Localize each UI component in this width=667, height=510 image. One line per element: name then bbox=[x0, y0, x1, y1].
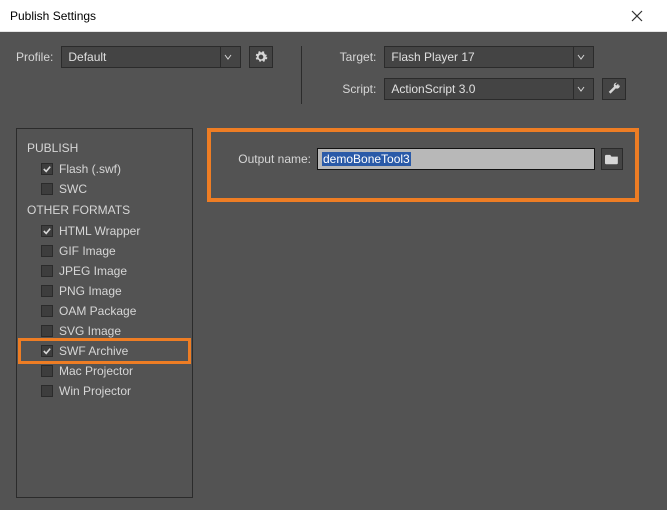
window-title: Publish Settings bbox=[10, 9, 617, 23]
format-sidebar: PUBLISH Flash (.swf) SWC OTHER FORMATS H… bbox=[16, 128, 193, 498]
checkbox[interactable] bbox=[41, 365, 53, 377]
script-settings-button[interactable] bbox=[602, 78, 626, 100]
close-icon bbox=[631, 10, 643, 22]
dialog-body: Profile: Default Target: Flash Player 17 bbox=[0, 32, 667, 510]
format-label: HTML Wrapper bbox=[59, 224, 140, 238]
format-item-gif-image[interactable]: GIF Image bbox=[23, 241, 186, 261]
output-name-label: Output name: bbox=[223, 152, 311, 166]
checkbox[interactable] bbox=[41, 163, 53, 175]
main-panel: Output name: demoBoneTool3 bbox=[207, 128, 651, 202]
format-item-swc[interactable]: SWC bbox=[23, 179, 186, 199]
content-area: PUBLISH Flash (.swf) SWC OTHER FORMATS H… bbox=[16, 128, 651, 498]
checkbox[interactable] bbox=[41, 183, 53, 195]
format-item-jpeg-image[interactable]: JPEG Image bbox=[23, 261, 186, 281]
folder-icon bbox=[605, 153, 619, 165]
format-item-swf-archive[interactable]: SWF Archive bbox=[21, 341, 188, 361]
format-item-win-projector[interactable]: Win Projector bbox=[23, 381, 186, 401]
chevron-down-icon bbox=[573, 47, 587, 67]
target-dropdown[interactable]: Flash Player 17 bbox=[384, 46, 594, 68]
format-label: Flash (.swf) bbox=[59, 162, 121, 176]
checkbox[interactable] bbox=[41, 265, 53, 277]
output-name-value: demoBoneTool3 bbox=[322, 152, 411, 166]
script-label: Script: bbox=[330, 82, 376, 96]
format-item-png-image[interactable]: PNG Image bbox=[23, 281, 186, 301]
target-script-area: Target: Flash Player 17 Script: ActionSc… bbox=[330, 46, 626, 100]
profile-value: Default bbox=[68, 50, 214, 64]
script-row: Script: ActionScript 3.0 bbox=[330, 78, 626, 100]
format-label: Win Projector bbox=[59, 384, 131, 398]
format-item-mac-projector[interactable]: Mac Projector bbox=[23, 361, 186, 381]
publish-settings-window: Publish Settings Profile: Default bbox=[0, 0, 667, 510]
output-name-highlight: Output name: demoBoneTool3 bbox=[207, 128, 639, 202]
titlebar: Publish Settings bbox=[0, 0, 667, 32]
output-row: Output name: demoBoneTool3 bbox=[223, 148, 623, 170]
checkbox[interactable] bbox=[41, 345, 53, 357]
vertical-separator bbox=[301, 46, 302, 104]
close-button[interactable] bbox=[617, 0, 657, 32]
format-label: SWF Archive bbox=[59, 344, 128, 358]
profile-area: Profile: Default bbox=[16, 46, 273, 68]
chevron-down-icon bbox=[573, 79, 587, 99]
profile-options-button[interactable] bbox=[249, 46, 273, 68]
format-item-flash-swf[interactable]: Flash (.swf) bbox=[23, 159, 186, 179]
format-item-html-wrapper[interactable]: HTML Wrapper bbox=[23, 221, 186, 241]
section-publish: PUBLISH bbox=[27, 141, 186, 155]
format-label: PNG Image bbox=[59, 284, 122, 298]
checkbox[interactable] bbox=[41, 245, 53, 257]
format-label: GIF Image bbox=[59, 244, 116, 258]
profile-label: Profile: bbox=[16, 50, 53, 64]
target-label: Target: bbox=[330, 50, 376, 64]
profile-dropdown[interactable]: Default bbox=[61, 46, 241, 68]
output-name-input[interactable]: demoBoneTool3 bbox=[317, 148, 595, 170]
gear-icon bbox=[254, 50, 268, 64]
browse-output-button[interactable] bbox=[601, 148, 623, 170]
checkbox[interactable] bbox=[41, 285, 53, 297]
format-label: OAM Package bbox=[59, 304, 136, 318]
format-label: SVG Image bbox=[59, 324, 121, 338]
chevron-down-icon bbox=[220, 47, 234, 67]
wrench-icon bbox=[607, 82, 621, 96]
section-other-formats: OTHER FORMATS bbox=[27, 203, 186, 217]
target-row: Target: Flash Player 17 bbox=[330, 46, 626, 68]
format-item-svg-image[interactable]: SVG Image bbox=[23, 321, 186, 341]
format-label: JPEG Image bbox=[59, 264, 127, 278]
checkbox[interactable] bbox=[41, 305, 53, 317]
script-value: ActionScript 3.0 bbox=[391, 82, 567, 96]
checkbox[interactable] bbox=[41, 325, 53, 337]
checkbox[interactable] bbox=[41, 385, 53, 397]
format-label: Mac Projector bbox=[59, 364, 133, 378]
top-row: Profile: Default Target: Flash Player 17 bbox=[16, 46, 651, 104]
script-dropdown[interactable]: ActionScript 3.0 bbox=[384, 78, 594, 100]
format-label: SWC bbox=[59, 182, 87, 196]
checkbox[interactable] bbox=[41, 225, 53, 237]
target-value: Flash Player 17 bbox=[391, 50, 567, 64]
format-item-oam-package[interactable]: OAM Package bbox=[23, 301, 186, 321]
